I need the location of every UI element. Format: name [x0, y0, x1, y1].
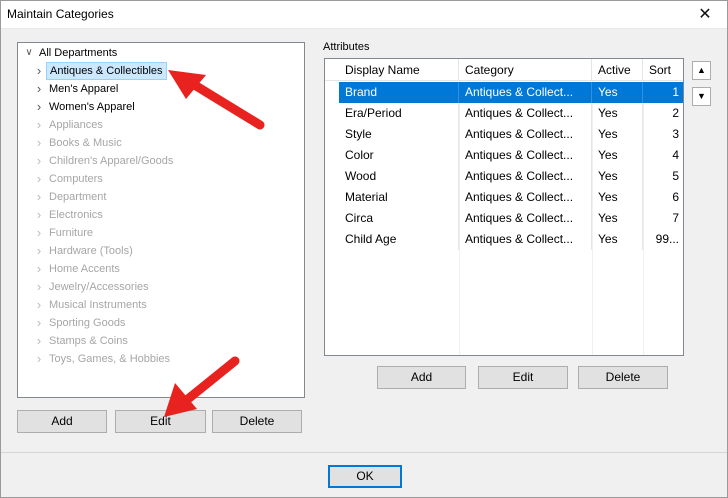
cell-sort: 3	[672, 127, 679, 141]
chevron-right-icon[interactable]: ›	[34, 152, 44, 170]
chevron-right-icon[interactable]: ›	[34, 332, 44, 350]
cell-active: Yes	[592, 229, 643, 250]
tree-item-label: Sporting Goods	[49, 317, 126, 329]
cell-display-name: Era/Period	[339, 103, 459, 124]
table-row[interactable]: Material Antiques & Collect... Yes 6	[339, 187, 683, 208]
chevron-right-icon[interactable]: ›	[34, 98, 44, 116]
tree-item-label: Hardware (Tools)	[49, 245, 133, 257]
attributes-label: Attributes	[323, 41, 370, 53]
chevron-right-icon[interactable]: ›	[34, 314, 44, 332]
column-header-sort[interactable]: Sort	[643, 59, 683, 81]
tree-item-label: Men's Apparel	[49, 83, 119, 95]
grid-header: Display Name Category Active Sort	[325, 59, 683, 81]
tree-item-label: Computers	[49, 173, 103, 185]
chevron-right-icon[interactable]: ›	[34, 62, 44, 80]
attribute-delete-button[interactable]: Delete	[578, 366, 668, 389]
table-row[interactable]: Brand Antiques & Collect... Yes 1	[339, 82, 683, 103]
cell-active: Yes	[592, 124, 643, 145]
chevron-down-icon[interactable]: ∨	[24, 44, 34, 62]
tree-item-label: Stamps & Coins	[49, 335, 128, 347]
chevron-right-icon[interactable]: ›	[34, 260, 44, 278]
table-row[interactable]: Era/Period Antiques & Collect... Yes 2	[339, 103, 683, 124]
cell-sort: 1	[672, 85, 679, 99]
table-row[interactable]: Child Age Antiques & Collect... Yes 99...	[339, 229, 683, 250]
tree-root-label: All Departments	[39, 47, 118, 59]
cell-sort: 5	[672, 169, 679, 183]
tree-item-label: Department	[49, 191, 107, 203]
cell-display-name: Material	[339, 187, 459, 208]
move-up-button[interactable]: ▲	[692, 61, 711, 80]
cell-active: Yes	[592, 166, 643, 187]
maintain-categories-dialog: Maintain Categories ✕ ∨ All Departments › A…	[0, 0, 728, 498]
chevron-right-icon[interactable]: ›	[34, 116, 44, 134]
cell-category: Antiques & Collect...	[459, 103, 592, 124]
cell-sort: 7	[672, 211, 679, 225]
window-title: Maintain Categories	[7, 7, 114, 21]
cell-display-name: Circa	[339, 208, 459, 229]
cell-active: Yes	[592, 103, 643, 124]
tree-item-label: Electronics	[49, 209, 103, 221]
cell-display-name: Brand	[339, 82, 459, 103]
table-row[interactable]: Circa Antiques & Collect... Yes 7	[339, 208, 683, 229]
cell-category: Antiques & Collect...	[459, 229, 592, 250]
annotation-arrow-icon	[168, 70, 265, 130]
title-bar: Maintain Categories ✕	[1, 1, 727, 29]
cell-display-name: Child Age	[339, 229, 459, 250]
tree-item-label: Furniture	[49, 227, 94, 239]
cell-sort: 2	[672, 106, 679, 120]
cell-active: Yes	[592, 208, 643, 229]
chevron-right-icon[interactable]: ›	[34, 224, 44, 242]
chevron-right-icon[interactable]: ›	[34, 188, 44, 206]
chevron-right-icon[interactable]: ›	[34, 206, 44, 224]
chevron-right-icon[interactable]: ›	[34, 296, 44, 314]
column-header-category[interactable]: Category	[459, 59, 592, 81]
footer-divider	[1, 452, 727, 453]
close-icon[interactable]: ✕	[683, 1, 727, 29]
cell-category: Antiques & Collect...	[459, 82, 592, 103]
tree-item-label: Musical Instruments	[49, 299, 147, 311]
cell-category: Antiques & Collect...	[459, 208, 592, 229]
tree-item-label: Appliances	[49, 119, 103, 131]
cell-sort: 99...	[655, 232, 679, 246]
tree-add-button[interactable]: Add	[17, 410, 107, 433]
chevron-right-icon[interactable]: ›	[34, 278, 44, 296]
chevron-right-icon[interactable]: ›	[34, 170, 44, 188]
column-header-display-name[interactable]: Display Name	[339, 59, 459, 81]
cell-display-name: Style	[339, 124, 459, 145]
attributes-grid: Display Name Category Active Sort Brand A…	[324, 58, 684, 356]
attribute-edit-button[interactable]: Edit	[478, 366, 568, 389]
chevron-right-icon[interactable]: ›	[34, 242, 44, 260]
chevron-right-icon[interactable]: ›	[34, 134, 44, 152]
cell-active: Yes	[592, 145, 643, 166]
cell-active: Yes	[592, 187, 643, 208]
attribute-add-button[interactable]: Add	[377, 366, 466, 389]
tree-item-label: Home Accents	[49, 263, 120, 275]
ok-button[interactable]: OK	[328, 465, 402, 488]
table-row[interactable]: Wood Antiques & Collect... Yes 5	[339, 166, 683, 187]
tree-item-label: Women's Apparel	[49, 101, 135, 113]
cell-sort: 4	[672, 148, 679, 162]
cell-display-name: Color	[339, 145, 459, 166]
table-row[interactable]: Style Antiques & Collect... Yes 3	[339, 124, 683, 145]
annotation-arrow-icon	[164, 356, 240, 417]
move-down-button[interactable]: ▼	[692, 87, 711, 106]
cell-display-name: Wood	[339, 166, 459, 187]
cell-category: Antiques & Collect...	[459, 145, 592, 166]
cell-category: Antiques & Collect...	[459, 124, 592, 145]
table-row[interactable]: Color Antiques & Collect... Yes 4	[339, 145, 683, 166]
tree-item-label: Toys, Games, & Hobbies	[49, 353, 171, 365]
cell-sort: 6	[672, 190, 679, 204]
tree-item-label: Antiques & Collectibles	[46, 62, 167, 80]
cell-active: Yes	[592, 82, 643, 103]
chevron-right-icon[interactable]: ›	[34, 80, 44, 98]
tree-item-label: Books & Music	[49, 137, 122, 149]
column-header-active[interactable]: Active	[592, 59, 643, 81]
cell-category: Antiques & Collect...	[459, 187, 592, 208]
tree-item-label: Children's Apparel/Goods	[49, 155, 174, 167]
cell-category: Antiques & Collect...	[459, 166, 592, 187]
tree-item-label: Jewelry/Accessories	[49, 281, 149, 293]
chevron-right-icon[interactable]: ›	[34, 350, 44, 368]
